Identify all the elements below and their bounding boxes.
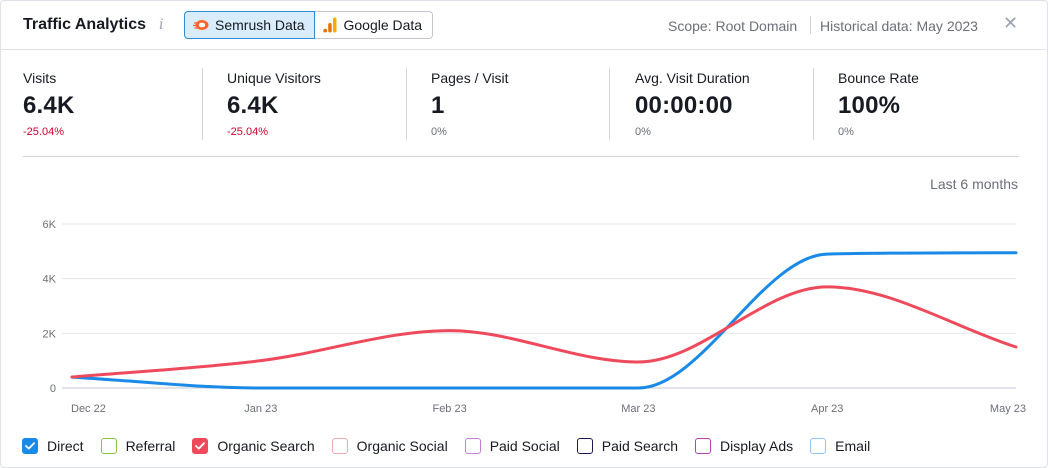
legend-label: Organic Search — [217, 438, 315, 454]
legend-label: Referral — [125, 438, 176, 454]
metric-visits: Visits 6.4K -25.04% — [23, 70, 223, 138]
checkbox-icon[interactable] — [464, 438, 481, 454]
google-data-label: Google Data — [343, 17, 423, 33]
legend-item-display-ads[interactable]: Display Ads — [695, 438, 793, 454]
metric-delta: 0% — [635, 126, 651, 138]
legend-label: Organic Social — [356, 438, 448, 454]
legend-item-organic-social[interactable]: Organic Social — [331, 438, 448, 454]
metric-divider — [202, 68, 203, 140]
info-icon[interactable]: i — [159, 17, 163, 33]
metric-label: Visits — [23, 70, 57, 86]
section-divider — [23, 156, 1019, 157]
metric-label: Pages / Visit — [431, 70, 509, 86]
x-tick-label: Apr 23 — [811, 403, 843, 415]
close-icon[interactable]: ✕ — [1003, 13, 1018, 34]
checkbox-icon[interactable] — [695, 438, 712, 454]
semrush-data-button[interactable]: Semrush Data — [184, 11, 316, 39]
metric-delta: 0% — [838, 126, 854, 138]
legend-item-paid-social[interactable]: Paid Social — [464, 438, 560, 454]
checkbox-icon[interactable] — [192, 438, 209, 454]
checkbox-icon[interactable] — [22, 438, 38, 454]
y-tick-label: 4K — [43, 274, 57, 286]
metric-label: Unique Visitors — [227, 70, 321, 86]
metric-divider — [813, 68, 814, 140]
x-tick-label: May 23 — [990, 403, 1026, 415]
legend-item-direct[interactable]: Direct — [22, 438, 84, 454]
traffic-line-chart: 0 2K 4K 6K Dec 22 Jan 23 Feb 23 Mar 23 Apr 23 May… — [43, 219, 1026, 415]
metric-avg-visit-duration: Avg. Visit Duration 00:00:00 0% — [635, 70, 835, 138]
legend-label: Display Ads — [720, 438, 794, 454]
metric-delta: -25.04% — [227, 126, 268, 138]
metric-unique-visitors: Unique Visitors 6.4K -25.04% — [227, 70, 427, 138]
google-analytics-icon — [323, 17, 337, 33]
google-data-button[interactable]: Google Data — [315, 11, 434, 39]
metric-label: Bounce Rate — [838, 70, 919, 86]
y-tick-label: 0 — [50, 383, 56, 395]
checkbox-icon[interactable] — [100, 438, 117, 454]
data-source-toggle: Semrush Data Google Data — [184, 11, 434, 39]
period-selector[interactable]: Last 6 months — [930, 176, 1018, 192]
series-line-direct — [70, 251, 1018, 390]
scope-label: Scope: Root Domain — [668, 18, 798, 34]
checkbox-icon[interactable] — [810, 438, 827, 454]
checkbox-icon[interactable] — [331, 438, 348, 454]
x-tick-label: Mar 23 — [621, 403, 655, 415]
metric-value: 00:00:00 — [635, 92, 733, 119]
x-tick-label: Jan 23 — [244, 403, 277, 415]
metric-bounce-rate: Bounce Rate 100% 0% — [838, 70, 1038, 138]
x-tick-label: Feb 23 — [432, 403, 466, 415]
header-divider — [810, 16, 811, 34]
legend-label: Paid Social — [489, 438, 560, 454]
y-tick-label: 6K — [43, 219, 57, 231]
semrush-data-label: Semrush Data — [215, 17, 305, 33]
metric-delta: 0% — [431, 126, 447, 138]
widget-title: Traffic Analytics — [23, 16, 147, 33]
legend-label: Direct — [47, 438, 84, 454]
series-line-organic-search — [70, 285, 1018, 379]
metric-value: 6.4K — [227, 92, 279, 119]
metric-divider — [609, 68, 610, 140]
metric-value: 6.4K — [23, 92, 75, 119]
metric-pages-per-visit: Pages / Visit 1 0% — [431, 70, 631, 138]
metric-delta: -25.04% — [23, 126, 64, 138]
widget-header: Traffic Analytics i Semrush Data Google … — [0, 0, 1046, 50]
checkbox-icon[interactable] — [576, 438, 593, 454]
legend-item-referral[interactable]: Referral — [100, 438, 176, 454]
metric-divider — [406, 68, 407, 140]
metric-value: 1 — [431, 92, 445, 119]
y-tick-label: 2K — [43, 328, 57, 340]
historical-data-label[interactable]: Historical data: May 2023 — [820, 18, 978, 34]
metric-label: Avg. Visit Duration — [635, 70, 750, 86]
legend-item-organic-search[interactable]: Organic Search — [192, 438, 315, 454]
chart-legend: Direct Referral Organic Search Organic Soci… — [22, 438, 887, 454]
legend-label: Paid Search — [601, 438, 679, 454]
legend-item-email[interactable]: Email — [810, 438, 870, 454]
legend-item-paid-search[interactable]: Paid Search — [576, 438, 679, 454]
x-tick-label: Dec 22 — [71, 403, 106, 415]
legend-label: Email — [835, 438, 871, 454]
semrush-logo-icon — [193, 20, 209, 30]
metric-value: 100% — [838, 92, 901, 119]
